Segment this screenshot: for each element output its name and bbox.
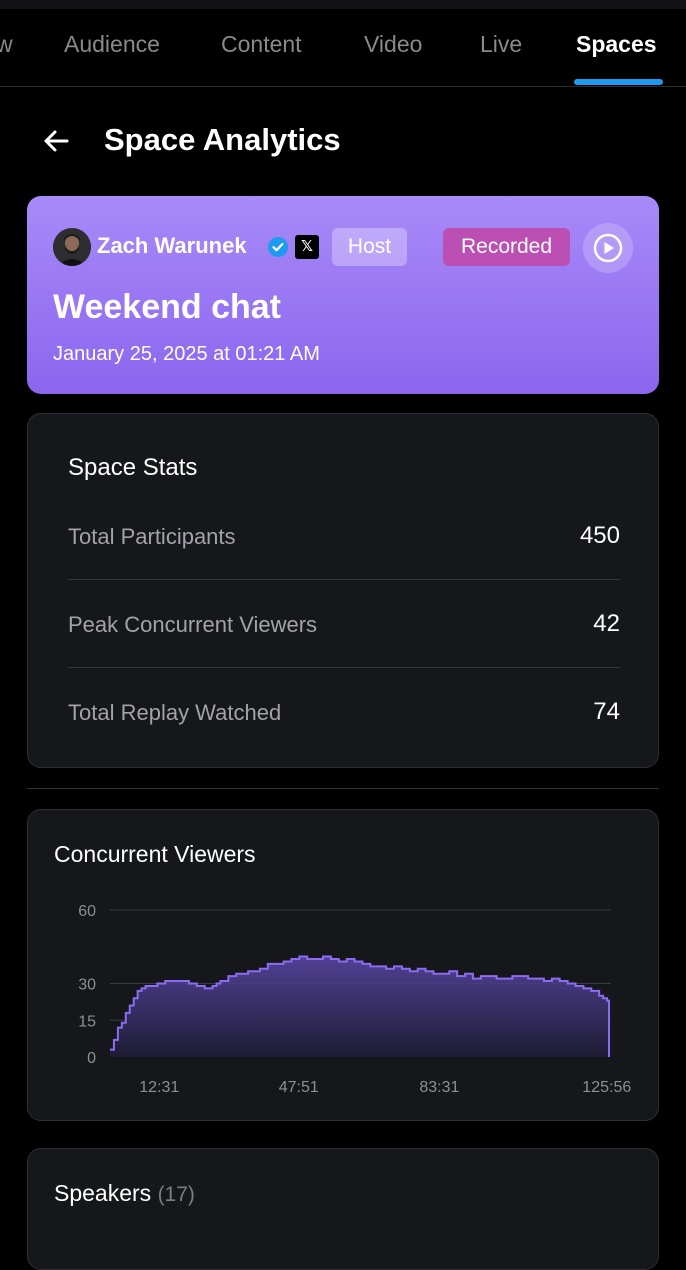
back-button[interactable] (40, 124, 74, 158)
y-tick-label: 60 (78, 903, 96, 920)
stat-value: 74 (593, 698, 620, 725)
tab-audience[interactable]: Audience (64, 31, 160, 58)
y-tick-label: 0 (87, 1050, 96, 1067)
arrow-left-icon (44, 130, 69, 152)
analytics-tab-bar: w Audience Content Video Live Spaces (0, 9, 686, 87)
speakers-title: Speakers (54, 1180, 152, 1206)
y-tick-label: 15 (78, 1013, 96, 1030)
verified-badge-icon (267, 236, 289, 258)
space-summary-card: Zach Warunek 𝕏 Host Recorded Weekend cha… (27, 196, 659, 394)
avatar[interactable] (53, 228, 91, 266)
space-stats-card: Space Stats Total Participants 450 Peak … (27, 413, 659, 768)
speakers-card: Speakers (17) (27, 1148, 659, 1270)
concurrent-viewers-chart: 0 15 30 60 12:31 47:51 83:31 125:56 (78, 903, 631, 1096)
stat-label: Total Replay Watched (68, 700, 282, 725)
stat-row-total-participants: Total Participants 450 (68, 512, 620, 600)
section-divider (27, 788, 659, 789)
play-circle-icon (593, 233, 623, 263)
status-strip (0, 0, 686, 9)
x-tick-label: 125:56 (582, 1079, 631, 1096)
x-logo-icon: 𝕏 (295, 235, 319, 259)
tab-live[interactable]: Live (480, 31, 522, 58)
host-badge: Host (332, 228, 407, 266)
active-tab-indicator (574, 79, 663, 85)
tab-spaces[interactable]: Spaces (576, 31, 657, 58)
series-area (110, 956, 610, 1057)
host-name[interactable]: Zach Warunek (97, 233, 247, 259)
stat-value: 42 (593, 610, 620, 637)
x-tick-label: 83:31 (419, 1079, 459, 1096)
y-tick-label: 30 (78, 977, 96, 994)
stat-label: Total Participants (68, 524, 236, 549)
concurrent-viewers-card: Concurrent Viewers 0 15 30 60 12:31 47:51 83:3… (27, 809, 659, 1121)
user-avatar-icon (53, 228, 91, 266)
speakers-heading: Speakers (17) (54, 1180, 195, 1207)
play-recording-button[interactable] (583, 223, 633, 273)
stat-divider (68, 667, 620, 668)
recorded-badge: Recorded (443, 228, 570, 266)
stat-row-peak-concurrent-viewers: Peak Concurrent Viewers 42 (68, 600, 620, 688)
space-title: Weekend chat (53, 288, 282, 326)
space-date: January 25, 2025 at 01:21 AM (53, 343, 320, 365)
stats-title: Space Stats (68, 454, 198, 481)
tab-overview[interactable]: w (0, 31, 13, 58)
tab-content[interactable]: Content (221, 31, 302, 58)
tab-video[interactable]: Video (364, 31, 422, 58)
tab-bar-divider (0, 86, 686, 87)
stat-divider (68, 579, 620, 580)
stat-value: 450 (579, 522, 620, 549)
stat-label: Peak Concurrent Viewers (68, 612, 318, 637)
speakers-count: (17) (157, 1183, 195, 1206)
x-tick-label: 12:31 (139, 1079, 179, 1096)
x-tick-label: 47:51 (279, 1079, 319, 1096)
stat-row-total-replay-watched: Total Replay Watched 74 (68, 688, 620, 776)
page-title: Space Analytics (104, 122, 341, 157)
